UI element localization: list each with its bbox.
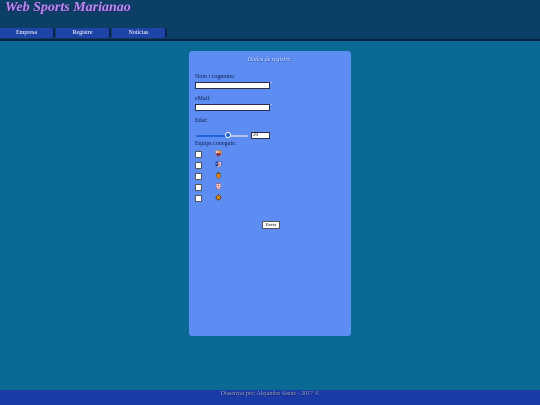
name-field[interactable] [195,82,270,89]
registration-form: Dades de registre: Nom i cognoms: * eMai… [189,51,351,336]
email-required-mark: * [270,104,273,109]
site-footer: Dissenyat per: Alejandro Sáenz - 2017 © [0,390,540,405]
site-title: Web Sports Marianao [5,0,131,15]
name-required-mark: * [270,82,273,87]
team-checkbox[interactable] [195,151,202,158]
submit-button[interactable]: Envia [262,221,280,229]
main-nav: Empresa Registre Notícias [0,27,540,41]
team-option [195,194,235,202]
atletico-madrid-crest-icon [215,161,222,168]
footer-credit: Dissenyat per: Alejandro Sáenz - 2017 © [220,391,320,397]
fourth-team-crest-icon [215,194,222,201]
age-slider[interactable] [196,135,248,137]
nav-item-empresa[interactable]: Empresa [0,28,55,38]
sevilla-crest-icon [216,183,221,190]
teams-label: Equips coneguts: [195,141,237,147]
valencia-crest-icon [216,172,221,179]
age-slider-fill [196,135,229,137]
team-option [195,150,235,158]
age-slider-thumb[interactable] [225,132,232,138]
team-checkbox[interactable] [195,173,202,180]
team-checkbox[interactable] [195,195,202,202]
nav-item-registre[interactable]: Registre [56,28,111,38]
fc-barcelona-crest-icon [215,150,222,157]
nav-item-noticias[interactable]: Notícias [112,28,167,38]
team-checkbox[interactable] [195,162,202,169]
email-label: eMail: [195,96,211,102]
age-label: Edat: [195,118,208,124]
age-number-field[interactable]: 20 [251,132,270,139]
team-option [195,172,235,180]
team-option [195,161,235,169]
name-label: Nom i cognoms: [195,74,235,80]
site-header: Web Sports Marianao [0,0,540,27]
team-checkbox[interactable] [195,184,202,191]
email-field[interactable] [195,104,270,111]
form-title: Dades de registre: [247,57,293,63]
team-option [195,183,235,191]
